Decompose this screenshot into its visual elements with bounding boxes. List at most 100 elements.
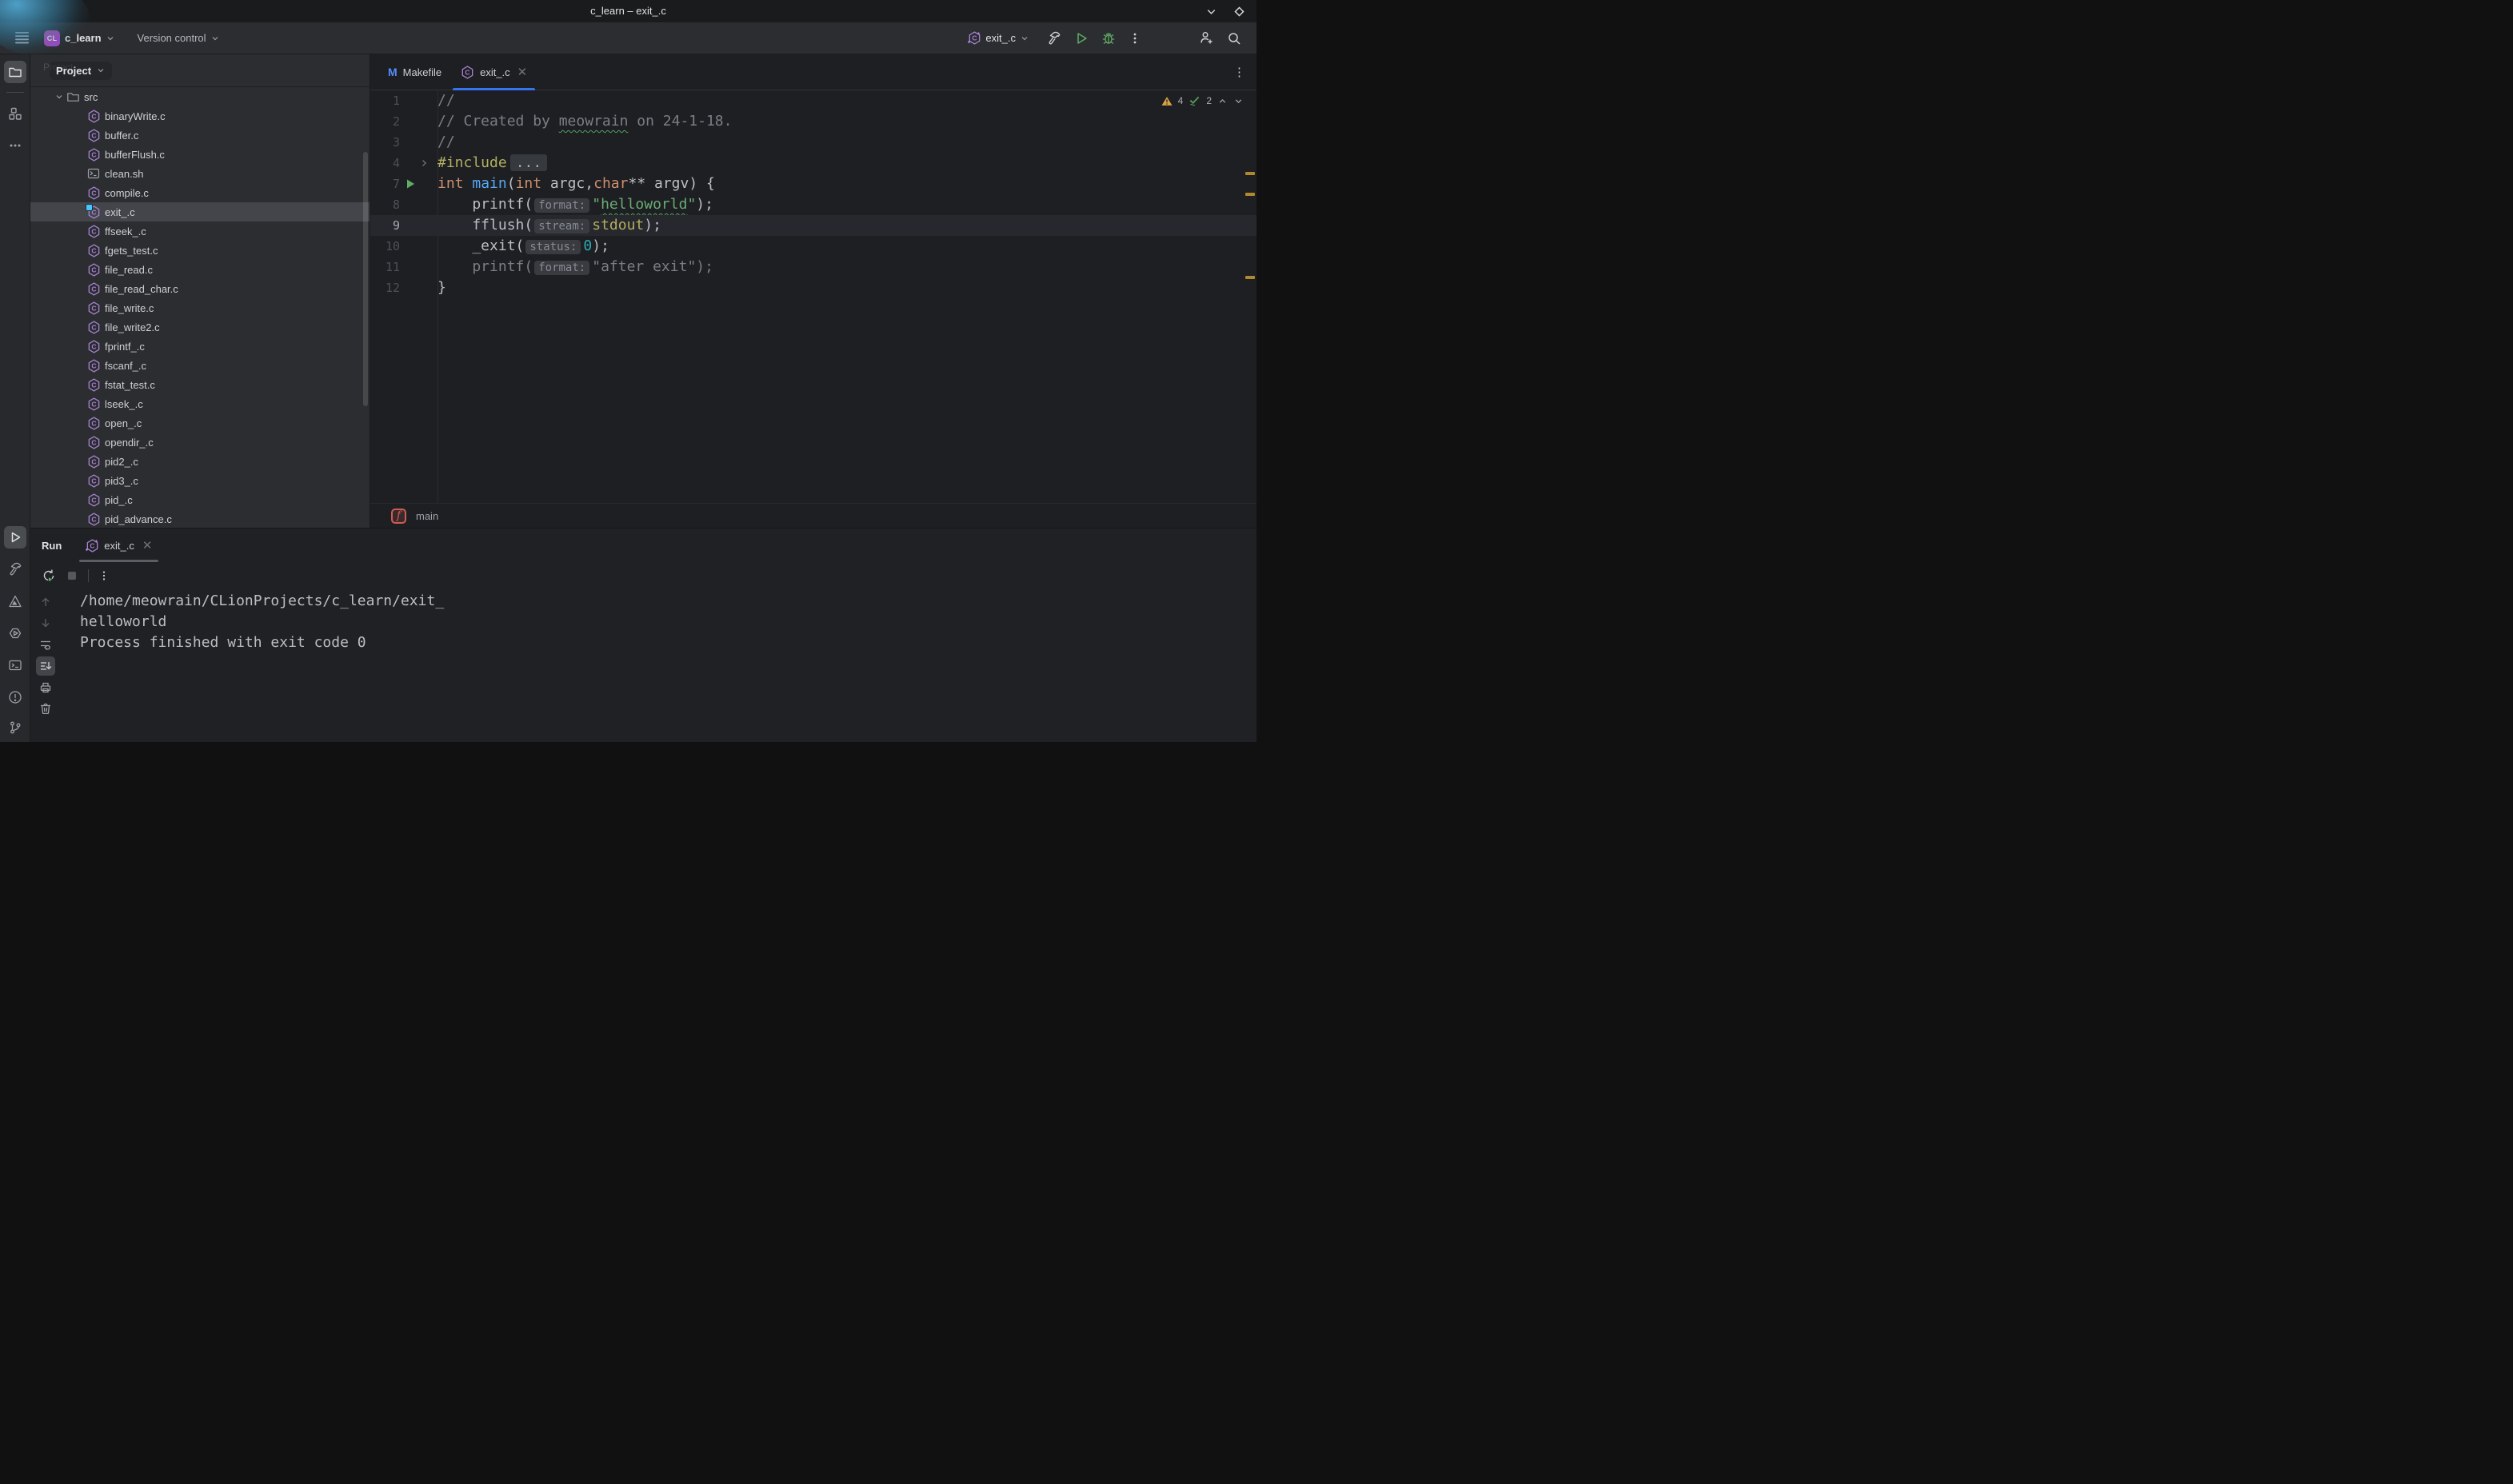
prev-problem-icon[interactable] <box>1217 96 1228 106</box>
code-line-4[interactable]: 4#include... <box>370 153 1256 174</box>
rerun-icon[interactable] <box>42 568 56 583</box>
structure-toolwindow-icon[interactable] <box>4 102 26 125</box>
c-file-icon: C <box>86 244 101 257</box>
search-everywhere-icon[interactable] <box>1221 27 1247 50</box>
stop-icon[interactable] <box>66 569 78 582</box>
build-toolwindow-icon[interactable] <box>4 558 26 580</box>
run-line-icon[interactable] <box>405 178 416 189</box>
clion-window: c_learn – exit_.c CL c_learn Version con… <box>0 0 1256 742</box>
code-line-8[interactable]: 8 printf(format:"helloworld"); <box>370 194 1256 215</box>
window-shade-icon[interactable] <box>1205 6 1217 18</box>
soft-wrap-icon[interactable] <box>36 635 55 654</box>
code-area[interactable]: 1//2// Created by meowrain on 24-1-18.3/… <box>370 90 1256 503</box>
close-tab-icon[interactable]: ✕ <box>517 65 528 79</box>
tree-item-clean-sh[interactable]: clean.sh <box>30 164 370 183</box>
inspections-widget[interactable]: 4 2 <box>1161 95 1244 106</box>
editor-tab-options-icon[interactable]: ⋮ <box>1222 65 1256 79</box>
tree-item-ffseek-c[interactable]: C ffseek_.c <box>30 221 370 241</box>
code-line-11[interactable]: 11 printf(format:"after exit"); <box>370 257 1256 277</box>
run-config-selector[interactable]: C exit_.c <box>962 27 1035 49</box>
debug-icon[interactable] <box>1096 27 1121 50</box>
c-file-icon: C <box>86 417 101 430</box>
code-with-me-icon[interactable] <box>1193 26 1220 50</box>
project-scrollbar-thumb[interactable] <box>363 152 368 406</box>
svg-text:C: C <box>91 515 96 523</box>
tree-item-bufferflush-c[interactable]: C bufferFlush.c <box>30 145 370 164</box>
tab-makefile[interactable]: M Makefile <box>378 54 451 90</box>
tree-item-fscanf-c[interactable]: C fscanf_.c <box>30 356 370 375</box>
breadcrumb-label[interactable]: main <box>416 510 438 522</box>
run-icon[interactable] <box>1069 27 1094 50</box>
tab-exit-c[interactable]: C exit_.c ✕ <box>451 54 537 90</box>
services-toolwindow-icon[interactable] <box>4 622 26 644</box>
more-toolwindows-icon[interactable] <box>4 134 26 157</box>
run-toolwindow-icon[interactable] <box>4 526 26 549</box>
next-occurrence-icon[interactable] <box>36 613 55 632</box>
warning-stripe-mark[interactable] <box>1245 276 1255 279</box>
project-selector[interactable]: c_learn <box>62 28 121 48</box>
code-text: } <box>437 277 446 298</box>
problems-toolwindow-icon[interactable] <box>4 686 26 708</box>
gutter <box>400 174 437 194</box>
vcs-widget[interactable]: Version control <box>132 28 226 48</box>
tree-item-exit-c[interactable]: C exit_.c <box>30 202 370 221</box>
print-icon[interactable] <box>36 678 55 697</box>
code-line-1[interactable]: 1// <box>370 90 1256 111</box>
tree-item-open-c[interactable]: C open_.c <box>30 413 370 433</box>
c-file-icon: C <box>86 225 101 238</box>
tree-item-pid2-c[interactable]: C pid2_.c <box>30 452 370 471</box>
scroll-to-end-icon[interactable] <box>36 656 55 676</box>
warning-stripe-mark[interactable] <box>1245 193 1255 196</box>
tree-item-fstat-test-c[interactable]: C fstat_test.c <box>30 375 370 394</box>
tree-item-fgets-test-c[interactable]: C fgets_test.c <box>30 241 370 260</box>
tree-item-pid-advance-c[interactable]: C pid_advance.c <box>30 509 370 528</box>
tree-item-binarywrite-c[interactable]: C binaryWrite.c <box>30 106 370 126</box>
code-text: // <box>437 90 455 111</box>
warning-stripe-mark[interactable] <box>1245 172 1255 175</box>
run-more-options-icon[interactable] <box>98 570 110 581</box>
build-icon[interactable] <box>1041 27 1067 50</box>
tree-item-lseek-c[interactable]: C lseek_.c <box>30 394 370 413</box>
tree-item-buffer-c[interactable]: C buffer.c <box>30 126 370 145</box>
tree-item-opendir-c[interactable]: C opendir_.c <box>30 433 370 452</box>
tree-item-compile-c[interactable]: C compile.c <box>30 183 370 202</box>
terminal-toolwindow-icon[interactable] <box>4 654 26 676</box>
tree-item-pid-c[interactable]: C pid_.c <box>30 490 370 509</box>
tree-item-src[interactable]: src <box>30 87 370 106</box>
code-line-9[interactable]: 9 fflush(stream:stdout); <box>370 215 1256 236</box>
tree-item-file-write2-c[interactable]: C file_write2.c <box>30 317 370 337</box>
console-output[interactable]: /home/meowrain/CLionProjects/c_learn/exi… <box>61 589 1256 742</box>
gutter <box>400 111 437 132</box>
run-tab-exit-c[interactable]: C exit_.c ✕ <box>78 529 160 562</box>
cmake-toolwindow-icon[interactable] <box>4 590 26 612</box>
tree-item-file-write-c[interactable]: C file_write.c <box>30 298 370 317</box>
project-toolwindow-icon[interactable] <box>4 61 26 83</box>
gutter <box>400 215 437 236</box>
tree-item-file-read-char-c[interactable]: C file_read_char.c <box>30 279 370 298</box>
tree-item-pid3-c[interactable]: C pid3_.c <box>30 471 370 490</box>
chevron-expanded-icon[interactable] <box>53 92 66 102</box>
main-menu-icon[interactable] <box>10 28 34 48</box>
tree-item-label: lseek_.c <box>105 398 143 410</box>
tree-item-file-read-c[interactable]: C file_read.c <box>30 260 370 279</box>
shell-file-icon <box>86 167 101 180</box>
code-line-7[interactable]: 7int main(int argc,char** argv) { <box>370 174 1256 194</box>
git-toolwindow-icon[interactable] <box>4 716 26 739</box>
prev-occurrence-icon[interactable] <box>36 592 55 612</box>
svg-text:C: C <box>91 227 96 235</box>
window-maximize-icon[interactable] <box>1233 6 1245 18</box>
code-line-2[interactable]: 2// Created by meowrain on 24-1-18. <box>370 111 1256 132</box>
breadcrumb[interactable]: f main <box>370 503 1256 528</box>
c-file-icon: C <box>86 359 101 373</box>
code-line-10[interactable]: 10 _exit(status:0); <box>370 236 1256 257</box>
project-view-selector[interactable]: Project <box>50 62 112 80</box>
run-tab-label: exit_.c <box>104 540 134 552</box>
more-actions-icon[interactable] <box>1123 28 1147 49</box>
tree-item-fprintf-c[interactable]: C fprintf_.c <box>30 337 370 356</box>
code-line-3[interactable]: 3// <box>370 132 1256 153</box>
code-line-12[interactable]: 12} <box>370 277 1256 298</box>
next-problem-icon[interactable] <box>1233 96 1244 106</box>
fold-arrow-icon[interactable] <box>419 158 429 168</box>
clear-console-icon[interactable] <box>36 699 55 718</box>
close-run-tab-icon[interactable]: ✕ <box>142 538 153 553</box>
